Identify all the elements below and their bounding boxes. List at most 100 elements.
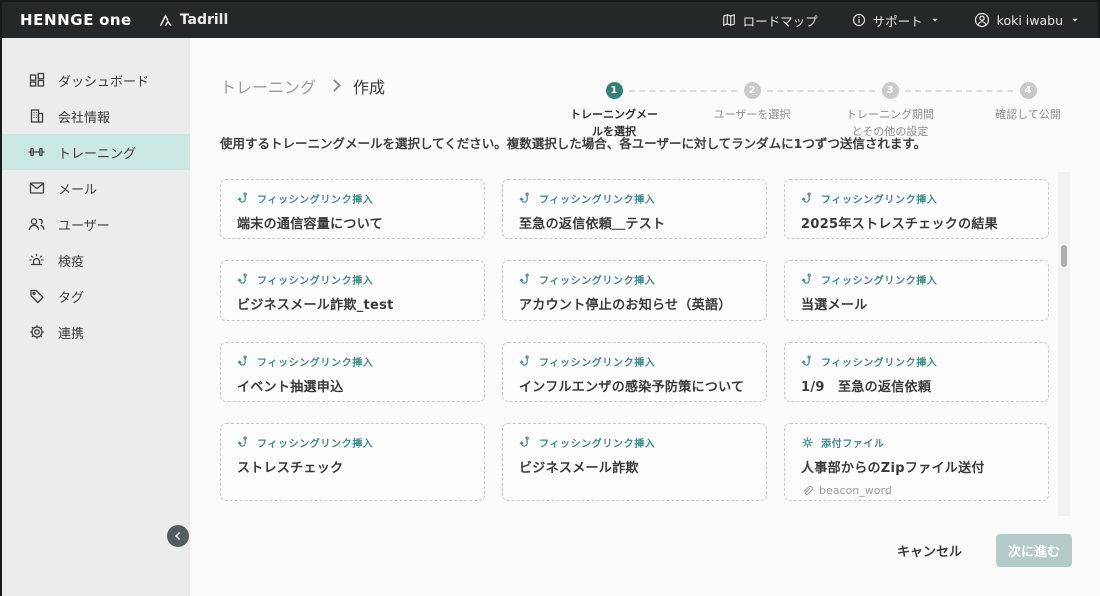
card-badge-label: フィッシングリンク挿入 — [539, 354, 655, 369]
user-name: koki iwabu — [997, 13, 1063, 28]
card-title: 端末の通信容量について — [237, 213, 468, 232]
support-menu[interactable]: サポート — [852, 11, 940, 30]
mail-icon — [28, 180, 45, 196]
paperclip-icon — [801, 485, 813, 497]
breadcrumb-current: 作成 — [353, 74, 385, 98]
user-menu[interactable]: koki iwabu — [974, 12, 1080, 28]
hook-icon — [237, 355, 250, 368]
training-mail-card[interactable]: フィッシングリンク挿入 2025年ストレスチェックの結果 — [784, 179, 1049, 239]
building-icon — [28, 108, 45, 124]
chevron-left-icon — [172, 530, 184, 542]
sidebar-item-label: ユーザー — [58, 215, 110, 234]
card-badge-label: 添付ファイル — [821, 435, 885, 450]
hook-icon — [237, 436, 250, 449]
training-mail-card[interactable]: フィッシングリンク挿入 イベント抽選申込 — [220, 342, 485, 402]
card-badge: フィッシングリンク挿入 — [519, 272, 750, 287]
hook-icon — [801, 355, 814, 368]
training-mail-card[interactable]: フィッシングリンク挿入 至急の返信依頼＿テスト — [502, 179, 767, 239]
card-title: 2025年ストレスチェックの結果 — [801, 213, 1032, 232]
main-content: トレーニング 作成 1 トレーニングメールを選択 2 ユーザーを選択 3 トレー… — [190, 38, 1100, 596]
card-badge-label: フィッシングリンク挿入 — [539, 272, 655, 287]
tadrill-icon — [158, 13, 173, 28]
breadcrumb: トレーニング 作成 — [220, 74, 385, 98]
dashboard-icon — [28, 72, 45, 88]
step-4-dot: 4 — [1020, 82, 1037, 99]
tadrill-logo[interactable]: Tadrill — [158, 12, 229, 28]
card-title: 人事部からのZipファイル送付 — [801, 457, 1032, 476]
chevron-right-icon — [328, 79, 341, 92]
scrollbar-thumb[interactable] — [1061, 245, 1067, 267]
sidebar-item-label: ダッシュボード — [58, 71, 149, 90]
siren-icon — [28, 252, 45, 268]
step-1-dot: 1 — [606, 82, 623, 99]
tag-icon — [28, 288, 45, 304]
sidebar-item-company-info[interactable]: 会社情報 — [2, 98, 190, 134]
training-mail-card[interactable]: フィッシングリンク挿入 1/9 至急の返信依頼 — [784, 342, 1049, 402]
map-icon — [722, 13, 736, 27]
scrollbar-track[interactable] — [1058, 172, 1070, 516]
card-badge: フィッシングリンク挿入 — [801, 354, 1032, 369]
step-4: 4 確認して公開 — [959, 82, 1097, 140]
card-badge-label: フィッシングリンク挿入 — [257, 191, 373, 206]
sidebar-item-label: タグ — [58, 287, 84, 306]
sidebar-item-tags[interactable]: タグ — [2, 278, 190, 314]
hook-icon — [519, 192, 532, 205]
sidebar-collapse-button[interactable] — [167, 525, 189, 547]
training-mail-card[interactable]: フィッシングリンク挿入 ビジネスメール詐欺 — [502, 423, 767, 501]
card-title: ストレスチェック — [237, 457, 468, 476]
training-mail-card[interactable]: フィッシングリンク挿入 ビジネスメール詐欺_test — [220, 260, 485, 321]
hook-icon — [801, 273, 814, 286]
training-mail-card[interactable]: フィッシングリンク挿入 インフルエンザの感染予防策について — [502, 342, 767, 402]
card-badge-label: フィッシングリンク挿入 — [821, 354, 937, 369]
training-mail-card-grid: フィッシングリンク挿入 端末の通信容量について フィッシングリンク挿入 至急の返… — [220, 179, 1050, 501]
gear-icon — [28, 324, 45, 340]
hook-icon — [519, 436, 532, 449]
sidebar-item-label: 会社情報 — [58, 107, 110, 126]
training-mail-card[interactable]: 添付ファイル 人事部からのZipファイル送付 beacon_word — [784, 423, 1049, 501]
step-2-dot: 2 — [744, 82, 761, 99]
malware-gear-icon — [801, 436, 814, 449]
sidebar-item-quarantine[interactable]: 検疫 — [2, 242, 190, 278]
step-4-label: 確認して公開 — [995, 107, 1061, 124]
hook-icon — [519, 273, 532, 286]
cancel-button[interactable]: キャンセル — [897, 541, 962, 560]
training-mail-card[interactable]: フィッシングリンク挿入 当選メール — [784, 260, 1049, 321]
product-name: Tadrill — [180, 12, 229, 28]
training-mail-card[interactable]: フィッシングリンク挿入 ストレスチェック — [220, 423, 485, 501]
info-icon — [852, 13, 866, 27]
training-mail-card[interactable]: フィッシングリンク挿入 アカウント停止のお知らせ（英語） — [502, 260, 767, 321]
hook-icon — [237, 273, 250, 286]
user-avatar-icon — [974, 12, 990, 28]
card-badge-label: フィッシングリンク挿入 — [257, 354, 373, 369]
card-title: 至急の返信依頼＿テスト — [519, 213, 750, 232]
card-title: アカウント停止のお知らせ（英語） — [519, 294, 750, 313]
chevron-down-icon — [930, 15, 940, 25]
brand-primary: HENNGE — [20, 11, 94, 29]
hennge-one-logo[interactable]: HENNGE one — [20, 11, 132, 29]
brand-secondary: one — [99, 11, 132, 29]
sidebar-item-mail[interactable]: メール — [2, 170, 190, 206]
card-badge-label: フィッシングリンク挿入 — [257, 435, 373, 450]
card-attachment: beacon_word — [801, 484, 1032, 497]
training-mail-card[interactable]: フィッシングリンク挿入 端末の通信容量について — [220, 179, 485, 239]
sidebar-item-dashboard[interactable]: ダッシュボード — [2, 62, 190, 98]
roadmap-link[interactable]: ロードマップ — [722, 11, 818, 30]
card-badge: フィッシングリンク挿入 — [237, 435, 468, 450]
card-title: インフルエンザの感染予防策について — [519, 376, 750, 395]
stepper: 1 トレーニングメールを選択 2 ユーザーを選択 3 トレーニング期間とその他の… — [545, 82, 1097, 140]
hook-icon — [801, 192, 814, 205]
sidebar-item-integration[interactable]: 連携 — [2, 314, 190, 350]
card-title: イベント抽選申込 — [237, 376, 468, 395]
card-badge: フィッシングリンク挿入 — [801, 191, 1032, 206]
sidebar-item-users[interactable]: ユーザー — [2, 206, 190, 242]
card-attachment-name: beacon_word — [819, 484, 892, 497]
sidebar-item-training[interactable]: トレーニング — [2, 134, 190, 170]
topbar: HENNGE one Tadrill ロードマップ — [2, 2, 1098, 38]
card-badge: フィッシングリンク挿入 — [519, 191, 750, 206]
card-badge: フィッシングリンク挿入 — [237, 191, 468, 206]
card-badge: フィッシングリンク挿入 — [237, 272, 468, 287]
card-badge-label: フィッシングリンク挿入 — [821, 272, 937, 287]
breadcrumb-parent[interactable]: トレーニング — [220, 74, 316, 98]
next-button[interactable]: 次に進む — [996, 534, 1072, 567]
sidebar-item-label: 検疫 — [58, 251, 84, 270]
